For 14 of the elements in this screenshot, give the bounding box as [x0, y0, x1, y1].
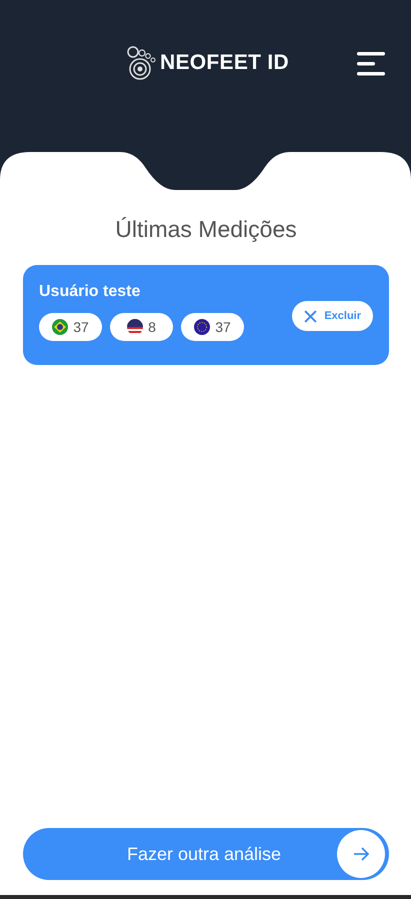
badge-value: 8	[148, 319, 156, 335]
footprint-icon	[126, 46, 156, 80]
user-name: Usuário teste	[39, 283, 142, 301]
badge-value: 37	[73, 319, 89, 335]
menu-icon[interactable]	[357, 52, 385, 76]
page-title: Últimas Medições	[114, 216, 298, 243]
logo-text: NEOFEET ID	[160, 51, 290, 75]
close-icon	[304, 310, 318, 322]
new-analysis-button[interactable]: Fazer outra análise	[23, 828, 389, 880]
brazil-flag-icon	[52, 319, 68, 335]
badge-value: 37	[215, 319, 231, 335]
delete-button[interactable]: Excluir	[292, 301, 373, 331]
eu-flag-icon	[194, 319, 210, 335]
usa-flag-icon	[127, 319, 144, 335]
